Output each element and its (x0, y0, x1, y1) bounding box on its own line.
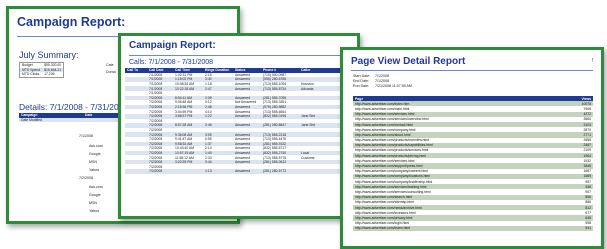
calls-table: Call To Call Date Call Time Rings Durati… (125, 68, 353, 174)
call-to-cell (125, 169, 147, 174)
date-cell: 7/2/2008 (147, 169, 173, 174)
time-cell (173, 169, 203, 174)
date-cell: 7/1/2008 (79, 134, 93, 138)
engine-cell: Google (89, 193, 101, 197)
engine-cell: Yahoo (89, 168, 100, 172)
details-title: Details: 7/1/2008 - 7/31/200 (19, 102, 124, 112)
summary-label: MTD Spend (19, 67, 43, 73)
summary-title: July Summary: (19, 50, 79, 60)
sub-header: Date Modified (19, 117, 83, 123)
page-marker: ! (591, 58, 593, 64)
meta-value: 7/21/2008 11:07:59 AM (375, 84, 412, 88)
domain-label: Doma (106, 70, 116, 74)
summary-label: MTD Clicks (22, 72, 40, 77)
call-row: 7/2/2008 1:13 Answered (281) 280-5772 (125, 169, 353, 174)
status-cell: Answered (233, 169, 261, 174)
page-view-table: Page Views http://www.advertiser.com/ind… (353, 96, 593, 231)
report-title: Page View Detail Report (351, 56, 466, 67)
summary-value: $95,320.00 (44, 63, 62, 68)
meta-label: End Date: (353, 79, 369, 83)
meta-label: Run Date: (353, 84, 370, 88)
meta-value: 7/1/2008 (375, 79, 389, 83)
duration-cell: 1:13 (203, 169, 233, 174)
engine-cell: Ask.com (89, 144, 103, 148)
page-url-cell[interactable]: http://www.advertiser.com/index.html (353, 225, 567, 231)
report-title: Campaign Report: (129, 40, 216, 51)
title-divider (129, 55, 349, 56)
category-label: Cate (106, 63, 114, 67)
summary-value: $15,654.21 (42, 67, 64, 73)
summary-table: Budget $95,320.00 MTD Spend $15,654.21 MTD… (19, 62, 65, 78)
engine-cell: Yahoo (89, 209, 100, 213)
campaign-calls-report: Campaign Report: Calls: 7/1/2008 - 7/31/… (118, 33, 360, 219)
meta-value: 7/1/2008 (375, 74, 389, 78)
title-divider (351, 70, 593, 71)
views-cell: 541 (567, 225, 593, 231)
phone-cell: (281) 280-5772 (261, 169, 299, 174)
report-title: Campaign Report: (17, 15, 126, 29)
meta-label: Start Date: (353, 74, 371, 78)
engine-cell: Ask.com (89, 185, 103, 189)
page-view-row: http://www.advertiser.com/index.html 541 (353, 225, 593, 231)
calls-title: Calls: 7/1/2008 - 7/31/2008 (129, 59, 214, 66)
summary-value: 17,236 (44, 72, 55, 77)
engine-cell: MSN (89, 160, 97, 164)
engine-cell: MSN (89, 201, 97, 205)
column-header: Rings Duration (203, 68, 233, 73)
page-view-detail-report: Page View Detail Report ! Start Date: 7/… (340, 47, 604, 249)
engine-cell: Google (89, 152, 101, 156)
date-cell: 7/2/2008 (79, 176, 93, 180)
